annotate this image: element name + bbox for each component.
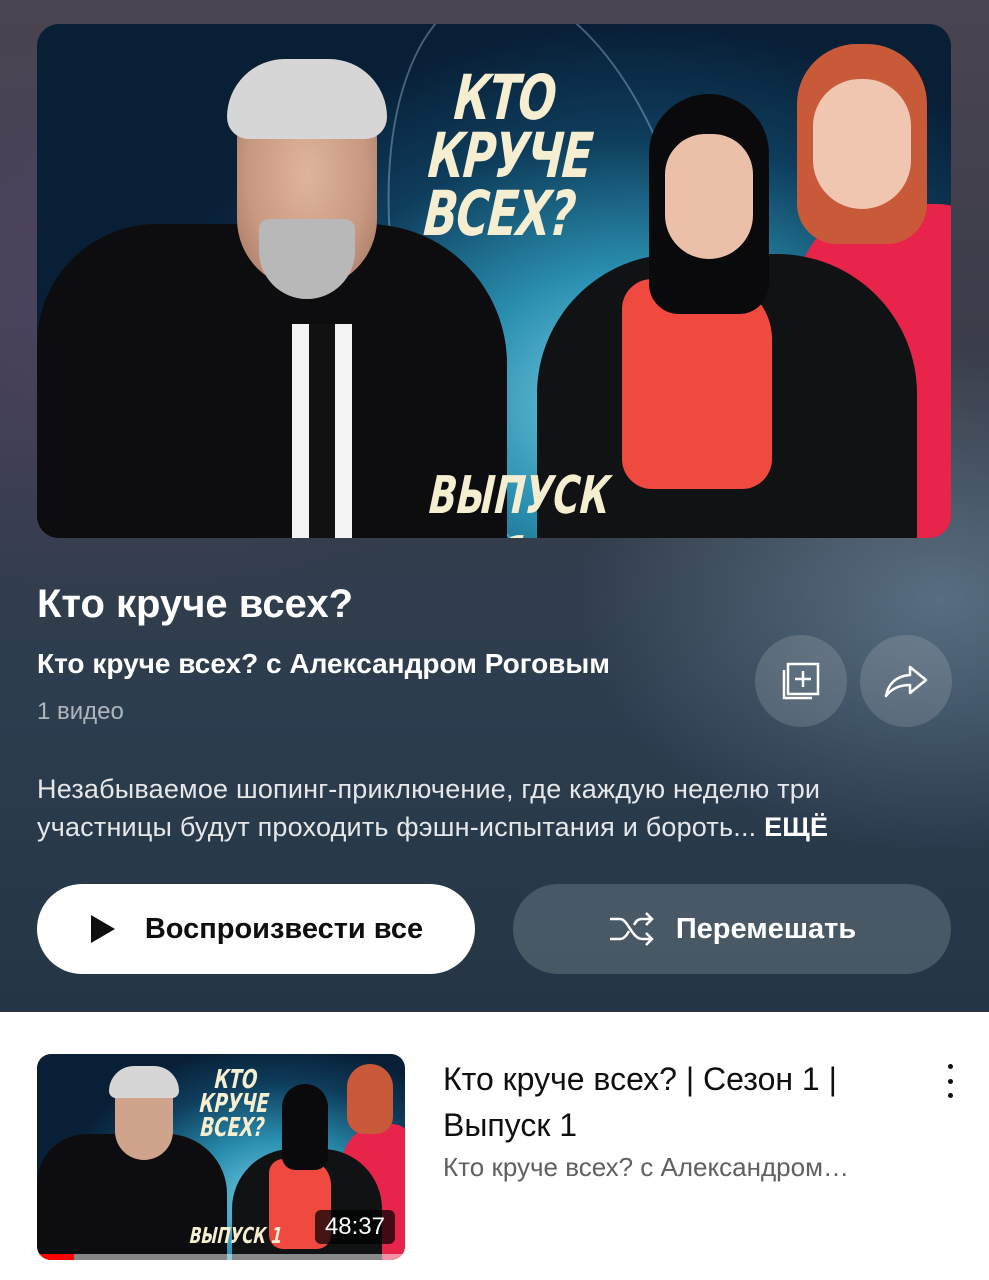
video-title[interactable]: Кто круче всех? | Сезон 1 | Выпуск 1 [443,1056,913,1148]
kebab-dot [947,1078,953,1084]
hero-show-title: КТО КРУЧЕ ВСЕХ? [421,61,595,250]
thumb-episode-label: ВЫПУСК 1 [188,1224,284,1249]
playlist-channel-link[interactable]: Кто круче всех? с Александром Роговым [37,648,610,680]
playlist-description[interactable]: Незабываемое шопинг-приключение, где каж… [37,770,957,846]
play-all-button[interactable]: Воспроизвести все [37,884,475,974]
watch-progress-bar [37,1254,405,1260]
watch-progress-fill [37,1254,74,1260]
share-playlist-button[interactable] [860,635,952,727]
play-icon [89,913,117,945]
cohost-left-face [665,134,753,259]
shuffle-icon [608,911,656,947]
video-more-menu-icon[interactable] [936,1064,964,1098]
shuffle-button[interactable]: Перемешать [513,884,951,974]
kebab-dot [947,1093,953,1098]
hero-episode-label: ВЫПУСК 1 [427,466,613,538]
share-arrow-icon [884,665,928,698]
host-hair [227,59,387,139]
thumb-cohost-left-head [282,1084,328,1170]
playlist-description-text: Незабываемое шопинг-приключение, где каж… [37,774,821,842]
add-to-library-icon [782,662,820,700]
playlist-video-count: 1 видео [37,698,124,725]
kebab-dot [947,1064,953,1069]
description-more-link[interactable]: ЕЩЁ [764,812,828,842]
thumb-show-title: КТО КРУЧЕ ВСЕХ? [198,1065,271,1143]
video-channel: Кто круче всех? с Александром… [443,1152,849,1182]
play-all-label: Воспроизвести все [144,912,424,945]
playlist-title: Кто круче всех? [37,582,354,626]
save-playlist-button[interactable] [755,635,847,727]
shuffle-label: Перемешать [675,912,857,945]
video-thumbnail[interactable]: КТО КРУЧЕ ВСЕХ? ВЫПУСК 1 48:37 [37,1054,405,1260]
playlist-hero-thumbnail[interactable]: КТО КРУЧЕ ВСЕХ? ВЫПУСК 1 [37,24,951,538]
thumb-cohost-right-head [347,1064,393,1134]
thumb-host-hair [109,1066,179,1098]
host-tie [309,324,335,538]
video-duration-badge: 48:37 [314,1210,395,1244]
cohost-right-face [813,79,911,209]
